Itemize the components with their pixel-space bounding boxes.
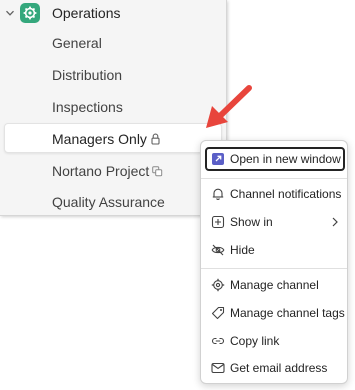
chevron-down-icon[interactable] bbox=[5, 8, 15, 18]
channel-item-inspections[interactable]: Inspections bbox=[0, 92, 227, 122]
channel-label: General bbox=[52, 35, 102, 51]
add-box-icon bbox=[211, 215, 225, 229]
channel-label: Quality Assurance bbox=[52, 194, 165, 210]
channel-item-quality-assurance[interactable]: Quality Assurance bbox=[0, 187, 227, 217]
menu-item-manage-channel-tags[interactable]: Manage channel tags bbox=[205, 301, 345, 325]
channel-label: Inspections bbox=[52, 99, 123, 115]
menu-item-label: Manage channel tags bbox=[230, 306, 345, 320]
menu-item-get-email-address[interactable]: Get email address bbox=[205, 356, 345, 380]
menu-item-label: Copy link bbox=[230, 334, 280, 348]
pointer-arrow-icon bbox=[206, 85, 252, 128]
menu-item-label: Show in bbox=[230, 215, 273, 229]
menu-item-open-new-window[interactable]: Open in new window bbox=[205, 147, 345, 171]
menu-item-manage-channel[interactable]: Manage channel bbox=[205, 273, 345, 297]
channel-item-general[interactable]: General bbox=[0, 28, 227, 58]
channel-item-distribution[interactable]: Distribution bbox=[0, 60, 227, 90]
menu-item-copy-link[interactable]: Copy link bbox=[205, 329, 345, 353]
channel-item-managers-only[interactable]: Managers Only ... bbox=[4, 123, 222, 153]
channel-label: Managers Only bbox=[52, 131, 160, 147]
menu-divider bbox=[201, 178, 347, 179]
menu-item-label: Manage channel bbox=[230, 278, 319, 292]
context-menu: Open in new window Channel notifications… bbox=[200, 140, 348, 384]
menu-item-channel-notifications[interactable]: Channel notifications bbox=[205, 182, 345, 206]
team-header[interactable]: Operations bbox=[0, 1, 227, 25]
channel-item-nortano-project[interactable]: Nortano Project bbox=[0, 156, 227, 186]
menu-item-hide[interactable]: Hide bbox=[205, 238, 345, 262]
mail-icon bbox=[211, 362, 225, 374]
channel-label: Nortano Project bbox=[52, 163, 163, 179]
team-name: Operations bbox=[52, 5, 121, 21]
bell-icon bbox=[212, 188, 224, 200]
channel-label-text: Nortano Project bbox=[52, 163, 150, 179]
eye-off-icon bbox=[211, 244, 225, 256]
menu-item-label: Get email address bbox=[230, 361, 328, 375]
menu-item-label: Open in new window bbox=[230, 152, 341, 166]
link-icon bbox=[211, 337, 225, 345]
menu-divider bbox=[201, 268, 347, 269]
gear-icon bbox=[211, 278, 225, 292]
tag-icon bbox=[211, 306, 225, 320]
gear-icon bbox=[20, 3, 40, 23]
menu-item-show-in[interactable]: Show in bbox=[205, 210, 345, 234]
channel-label: Distribution bbox=[52, 67, 123, 83]
menu-item-label: Hide bbox=[230, 243, 255, 257]
shared-channel-icon bbox=[152, 166, 163, 177]
channel-label-text: Managers Only bbox=[52, 131, 147, 147]
lock-icon bbox=[151, 133, 160, 145]
channel-list-panel: Operations General Distribution Inspecti… bbox=[0, 0, 227, 216]
open-window-icon bbox=[212, 153, 224, 165]
chevron-right-icon bbox=[332, 217, 338, 227]
menu-item-label: Channel notifications bbox=[230, 187, 342, 201]
